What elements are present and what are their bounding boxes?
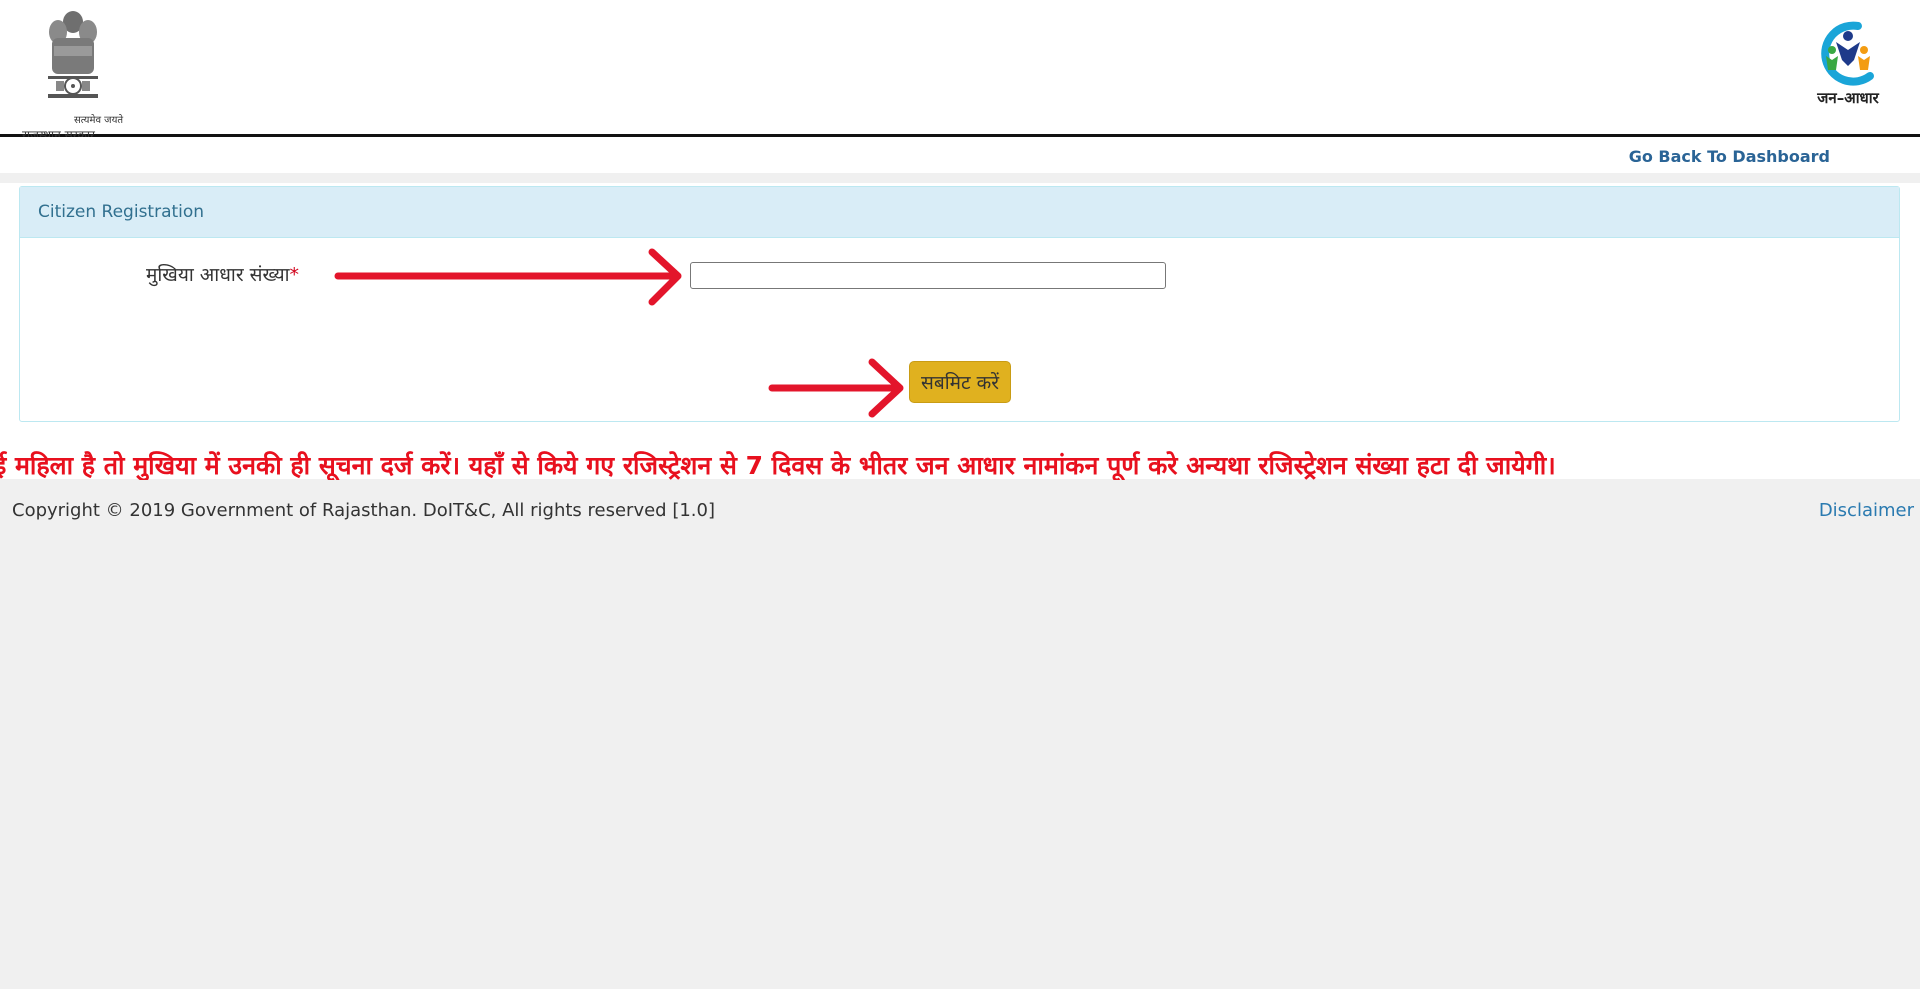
arrow-to-input-icon <box>334 248 682 306</box>
aadhaar-field-label-text: मुखिया आधार संख्या <box>146 264 290 286</box>
panel-title: Citizen Registration <box>20 187 1899 238</box>
ashoka-emblem-icon <box>48 11 98 98</box>
jan-aadhaar-logo: जन–आधार <box>1806 20 1890 110</box>
citizen-registration-panel: Citizen Registration मुखिया आधार संख्या*… <box>19 186 1900 422</box>
copyright-text: Copyright © 2019 Government of Rajasthan… <box>12 500 716 521</box>
registration-notice-text: ई महिला है तो मुखिया में उनकी ही सूचना द… <box>0 451 1556 480</box>
registration-notice: ई महिला है तो मुखिया में उनकी ही सूचना द… <box>0 448 1920 480</box>
go-back-to-dashboard-link[interactable]: Go Back To Dashboard <box>1629 147 1830 166</box>
submit-button[interactable]: सबमिट करें <box>909 361 1011 403</box>
arrow-to-submit-icon <box>768 358 904 418</box>
jan-aadhaar-logo-icon <box>1821 21 1874 86</box>
disclaimer-link[interactable]: Disclaimer <box>1819 500 1914 521</box>
emblem-block: सत्यमेव जयते राजस्थान सरकार <box>22 8 124 142</box>
required-mark: * <box>289 264 300 286</box>
nav-bar: Go Back To Dashboard <box>0 137 1920 173</box>
jan-aadhaar-logo-text: जन–आधार <box>1817 89 1879 107</box>
emblem-motto: सत्यमेव जयते <box>74 115 124 126</box>
aadhaar-number-input[interactable] <box>690 262 1166 289</box>
site-header: सत्यमेव जयते राजस्थान सरकार जन–आधार <box>0 0 1920 142</box>
aadhaar-field-label: मुखिया आधार संख्या* <box>146 261 299 287</box>
